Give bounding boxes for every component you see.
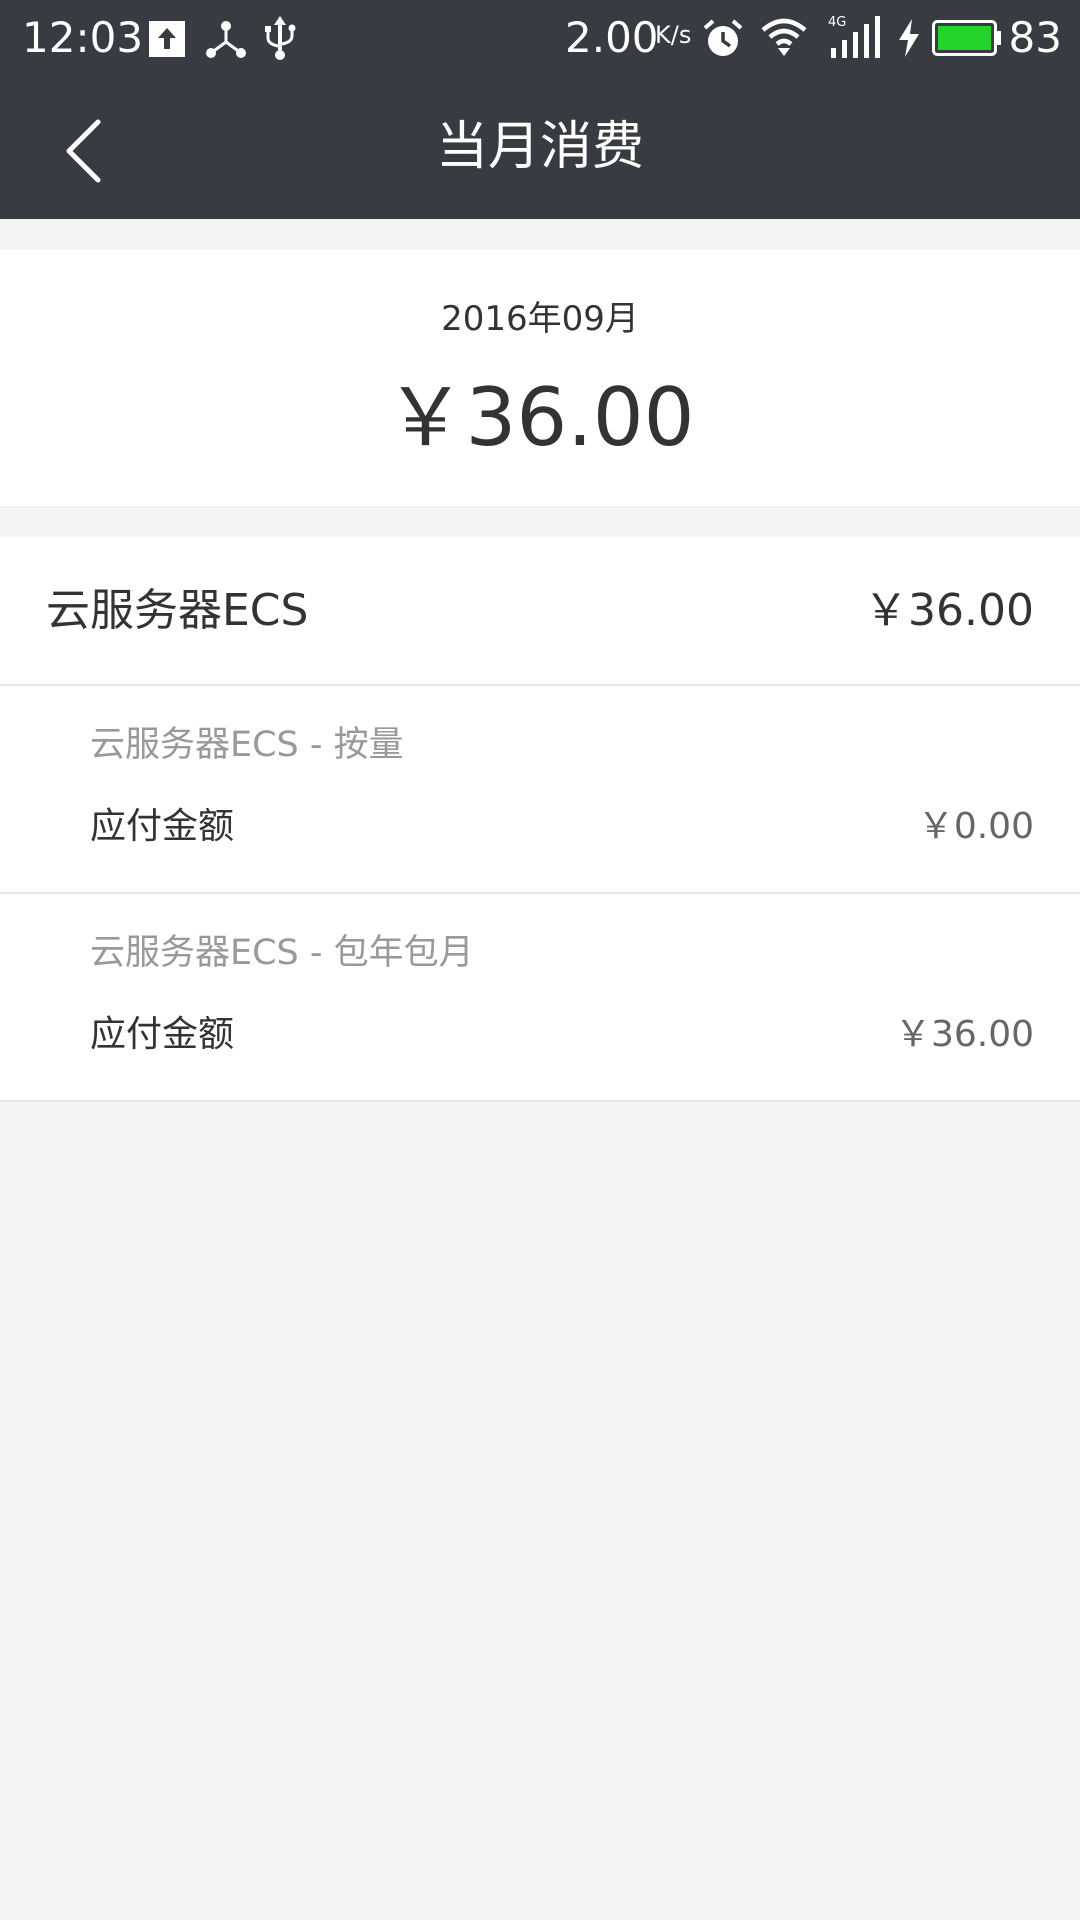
signal-icon: 4G [828,14,884,64]
cost-detail-list: 云服务器ECS ￥36.00 云服务器ECS - 按量 应付金额 ￥0.00 云… [0,537,1080,1102]
net-speed: 2.00 [565,13,659,62]
top-bar: 12:03 2.00 K/s 4G 83 当月消费 [0,0,1080,219]
usb-icon [262,14,298,66]
network-type-label: 4G [828,15,846,30]
payable-label: 应付金额 [90,1014,235,1055]
status-time: 12:03 [22,13,144,62]
payable-label: 应付金额 [90,806,235,847]
net-speed-unit: K/s [655,21,692,49]
payable-amount: ￥0.00 [917,806,1034,847]
product-row[interactable]: 云服务器ECS ￥36.00 [0,537,1080,686]
payable-amount: ￥36.00 [894,1014,1034,1055]
monthly-summary: 2016年09月 ￥36.00 [0,250,1080,506]
back-button[interactable] [40,108,126,194]
list-item[interactable]: 云服务器ECS - 包年包月 应付金额 ￥36.00 [0,894,1080,1102]
sub-item-name: 云服务器ECS - 按量 [90,725,404,765]
upload-icon [148,20,186,62]
product-amount: ￥36.00 [864,585,1034,636]
battery-icon [932,20,1002,60]
billing-period: 2016年09月 [441,299,639,339]
alarm-icon [702,18,744,64]
page-title: 当月消费 [435,117,644,177]
chevron-left-icon [66,119,101,183]
battery-level: 83 [1008,13,1062,62]
share-icon [205,18,247,64]
action-bar: 当月消费 [0,76,1080,219]
total-amount: ￥36.00 [385,371,695,464]
list-item[interactable]: 云服务器ECS - 按量 应付金额 ￥0.00 [0,686,1080,894]
sub-item-name: 云服务器ECS - 包年包月 [90,933,474,973]
product-name: 云服务器ECS [46,585,309,636]
charging-icon [896,18,922,62]
status-bar: 12:03 2.00 K/s 4G 83 [0,0,1080,76]
wifi-icon [760,16,808,62]
